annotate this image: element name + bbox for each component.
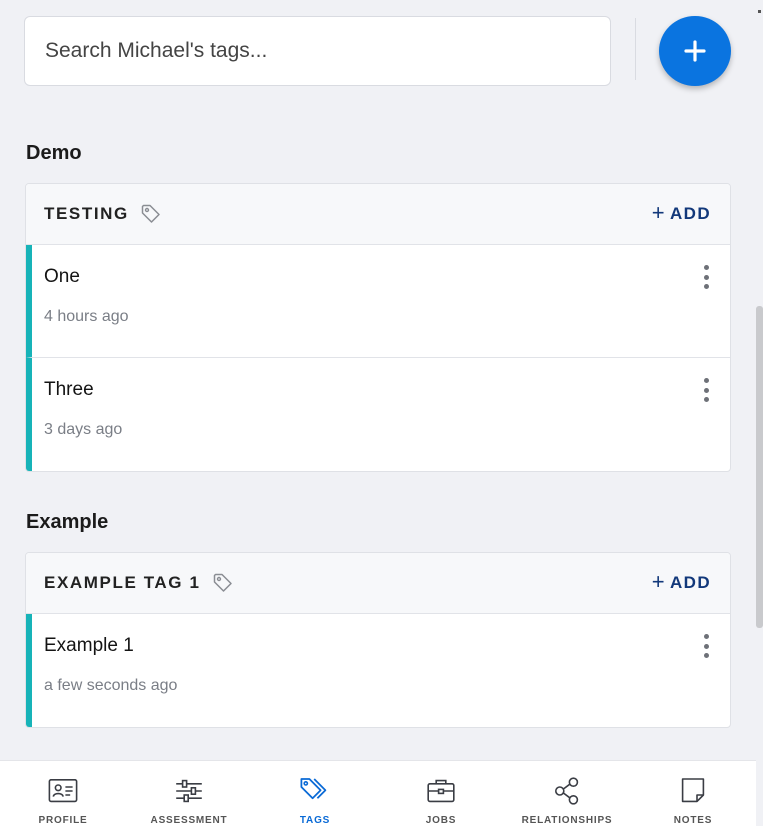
more-options-icon[interactable] — [702, 634, 710, 658]
item-title: One — [44, 266, 80, 287]
id-card-icon — [48, 779, 78, 803]
add-tag-button[interactable] — [659, 16, 731, 86]
nav-item-tags[interactable]: TAGS — [252, 761, 378, 826]
plus-icon: + — [651, 199, 666, 225]
list-item[interactable]: Three 3 days ago — [26, 358, 730, 471]
nav-item-profile[interactable]: PROFILE — [0, 761, 126, 826]
page: Demo TESTING + ADD One 4 hours ago Three… — [0, 0, 763, 826]
nav-label: NOTES — [673, 815, 713, 826]
nav-label: PROFILE — [38, 815, 88, 826]
group-title-demo: Demo — [26, 142, 82, 164]
bottom-nav: PROFILE ASSESSMENT TAGS JOBS RELATIONSHI… — [0, 760, 756, 826]
card-header: TESTING + ADD — [26, 184, 730, 245]
nav-label: RELATIONSHIPS — [521, 815, 613, 826]
more-options-icon[interactable] — [702, 378, 710, 402]
nav-label: JOBS — [425, 815, 457, 826]
tags-icon — [300, 778, 327, 800]
nav-label: TAGS — [299, 815, 331, 826]
vertical-divider — [635, 18, 636, 80]
sliders-icon — [176, 779, 202, 803]
plus-icon: + — [651, 568, 666, 594]
scrollbar-thumb[interactable] — [756, 306, 763, 628]
tag-icon — [212, 572, 234, 594]
more-options-icon[interactable] — [702, 265, 710, 289]
nav-item-jobs[interactable]: JOBS — [378, 761, 504, 826]
share-icon — [555, 777, 579, 805]
add-label: ADD — [669, 204, 711, 223]
list-item[interactable]: One 4 hours ago — [26, 245, 730, 358]
tag-name: TESTING — [44, 204, 129, 223]
tag-icon — [140, 203, 162, 225]
add-item-button[interactable]: + ADD — [651, 199, 711, 226]
nav-item-notes[interactable]: NOTES — [630, 761, 756, 826]
tag-card-testing: TESTING + ADD One 4 hours ago Three 3 da… — [25, 183, 731, 472]
window-corner-mark — [758, 10, 761, 13]
nav-label: ASSESSMENT — [150, 815, 228, 826]
tag-card-example-tag-1: EXAMPLE TAG 1 + ADD Example 1 a few seco… — [25, 552, 731, 728]
briefcase-icon — [427, 779, 455, 803]
item-timestamp: 4 hours ago — [44, 308, 129, 325]
note-icon — [681, 778, 705, 803]
search-input[interactable] — [24, 16, 611, 86]
list-item[interactable]: Example 1 a few seconds ago — [26, 614, 730, 727]
item-timestamp: 3 days ago — [44, 421, 123, 438]
nav-item-relationships[interactable]: RELATIONSHIPS — [504, 761, 630, 826]
plus-icon — [684, 40, 706, 62]
add-label: ADD — [669, 573, 711, 592]
card-header: EXAMPLE TAG 1 + ADD — [26, 553, 730, 614]
add-item-button[interactable]: + ADD — [651, 568, 711, 595]
tag-name: EXAMPLE TAG 1 — [44, 573, 201, 592]
item-title: Three — [44, 379, 94, 400]
item-title: Example 1 — [44, 635, 134, 656]
item-timestamp: a few seconds ago — [44, 677, 178, 694]
group-title-example: Example — [26, 511, 109, 533]
nav-item-assessment[interactable]: ASSESSMENT — [126, 761, 252, 826]
